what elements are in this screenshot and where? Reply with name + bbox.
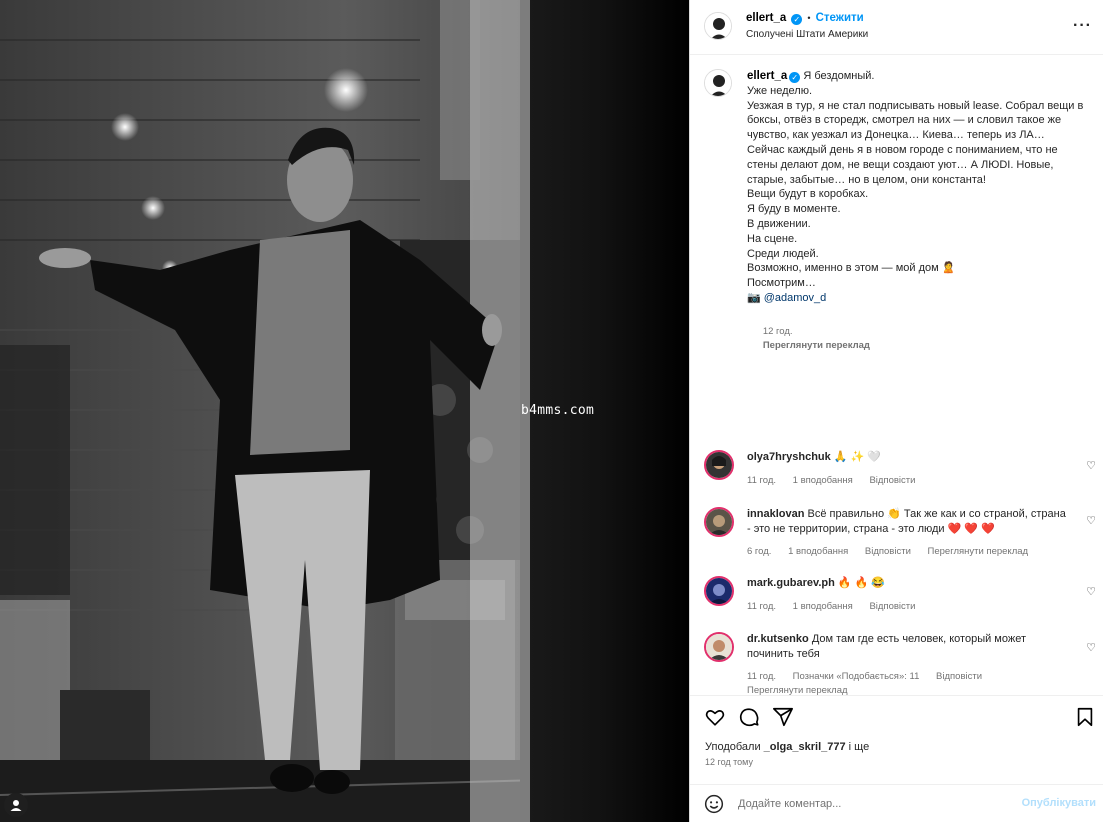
comment-time: 11 год. <box>747 475 777 486</box>
header-separator: • <box>807 13 811 23</box>
author-username[interactable]: ellert_a <box>746 12 786 24</box>
bookmark-icon[interactable] <box>1074 706 1096 728</box>
comment-translate-link[interactable]: Переглянути переклад <box>928 546 1029 557</box>
user-tag-icon[interactable] <box>4 793 28 817</box>
post-time-ago: 12 год тому <box>705 757 753 767</box>
commenter-avatar[interactable] <box>704 507 734 537</box>
caption-line: Уже неделю. <box>747 84 813 97</box>
comment-username[interactable]: mark.gubarev.ph <box>747 577 835 589</box>
caption-line: Вещи будут в коробках. <box>747 188 869 201</box>
comment-like-heart-icon[interactable]: ♡ <box>1086 585 1096 598</box>
comment-likes[interactable]: 1 вподобання <box>793 475 853 486</box>
caption-line: Возможно, именно в этом — мой дом 🙎 <box>747 262 956 275</box>
caption-username[interactable]: ellert_a <box>747 70 787 82</box>
post-actions-bar <box>690 695 1103 735</box>
comment-icon[interactable] <box>738 706 760 728</box>
likes-prefix: Уподобали <box>705 741 761 753</box>
comment-username[interactable]: innaklovan <box>747 508 804 520</box>
caption-line: На сцене. <box>747 232 798 245</box>
comment-like-heart-icon[interactable]: ♡ <box>1086 641 1096 654</box>
comment-likes[interactable]: 1 вподобання <box>788 546 848 557</box>
comment-like-heart-icon[interactable]: ♡ <box>1086 514 1096 527</box>
emoji-picker-icon[interactable] <box>704 794 724 814</box>
publish-comment-button[interactable]: Опублікувати <box>1022 797 1096 809</box>
verified-badge-icon: ✓ <box>791 14 803 25</box>
caption-line: Сейчас каждый день я в новом городе с по… <box>747 143 1061 186</box>
watermark-text: b4mms.com <box>521 403 595 418</box>
caption-line: Среди людей. <box>747 247 819 260</box>
comment-text: 🙏 ✨ 🤍 <box>833 451 882 463</box>
caption-line: Я буду в моменте. <box>747 203 841 216</box>
comment-likes[interactable]: Позначки «Подобається»: 11 <box>793 671 920 682</box>
comment-reply-button[interactable]: Відповісти <box>869 475 915 486</box>
caption-verified-badge-icon: ✓ <box>789 72 801 83</box>
comment-text: 🔥 🔥 😂 <box>837 577 886 589</box>
likes-user-link[interactable]: _olga_skril_777 <box>764 741 846 753</box>
commenter-avatar[interactable] <box>704 576 734 606</box>
comment-input[interactable] <box>738 795 1008 813</box>
comment-reply-button[interactable]: Відповісти <box>869 601 915 612</box>
commenter-avatar[interactable] <box>704 632 734 662</box>
add-comment-bar: Опублікувати <box>690 784 1103 822</box>
post-location[interactable]: Сполучені Штати Америки <box>746 29 868 40</box>
author-avatar[interactable] <box>704 12 732 40</box>
comment-time: 6 год. <box>747 546 772 557</box>
comment-time: 11 год. <box>747 601 777 612</box>
comment-username[interactable]: dr.kutsenko <box>747 633 809 645</box>
post-sidebar: ellert_a ✓ • Стежити Сполучені Штати Аме… <box>689 0 1103 822</box>
post-header: ellert_a ✓ • Стежити Сполучені Штати Аме… <box>690 0 1103 55</box>
comment-reply-button[interactable]: Відповісти <box>865 546 911 557</box>
like-heart-icon[interactable] <box>704 706 726 728</box>
caption-photo-credit[interactable]: 📷 @adamov_d <box>747 291 1087 306</box>
likes-suffix[interactable]: і ще <box>849 741 870 753</box>
share-icon[interactable] <box>772 706 794 728</box>
caption-line: Уезжая в тур, я не стал подписывать новы… <box>747 99 1087 142</box>
caption-line: Посмотрим… <box>747 277 816 290</box>
caption-author-avatar[interactable] <box>704 69 732 97</box>
caption-line: В движении. <box>747 217 811 230</box>
caption-time: 12 год. <box>762 325 793 337</box>
comment-like-heart-icon[interactable]: ♡ <box>1086 459 1096 472</box>
follow-button[interactable]: Стежити <box>816 12 864 24</box>
more-options-icon[interactable]: ··· <box>1073 17 1092 35</box>
commenter-avatar[interactable] <box>704 450 734 480</box>
post-caption: ellert_a ✓ Я бездомный. Уже неделю. Уезжа… <box>747 69 1087 369</box>
comment-time: 11 год. <box>747 671 777 682</box>
caption-line: Я бездомный. <box>803 70 875 82</box>
post-photo[interactable]: b4mms.com <box>0 0 689 822</box>
comment-likes[interactable]: 1 вподобання <box>793 601 853 612</box>
likes-summary: Уподобали _olga_skril_777 і ще <box>705 741 869 753</box>
comment-username[interactable]: olya7hryshchuk <box>747 451 831 463</box>
caption-translate-link[interactable]: Переглянути переклад <box>763 340 870 351</box>
comment-reply-button[interactable]: Відповісти <box>936 671 982 682</box>
